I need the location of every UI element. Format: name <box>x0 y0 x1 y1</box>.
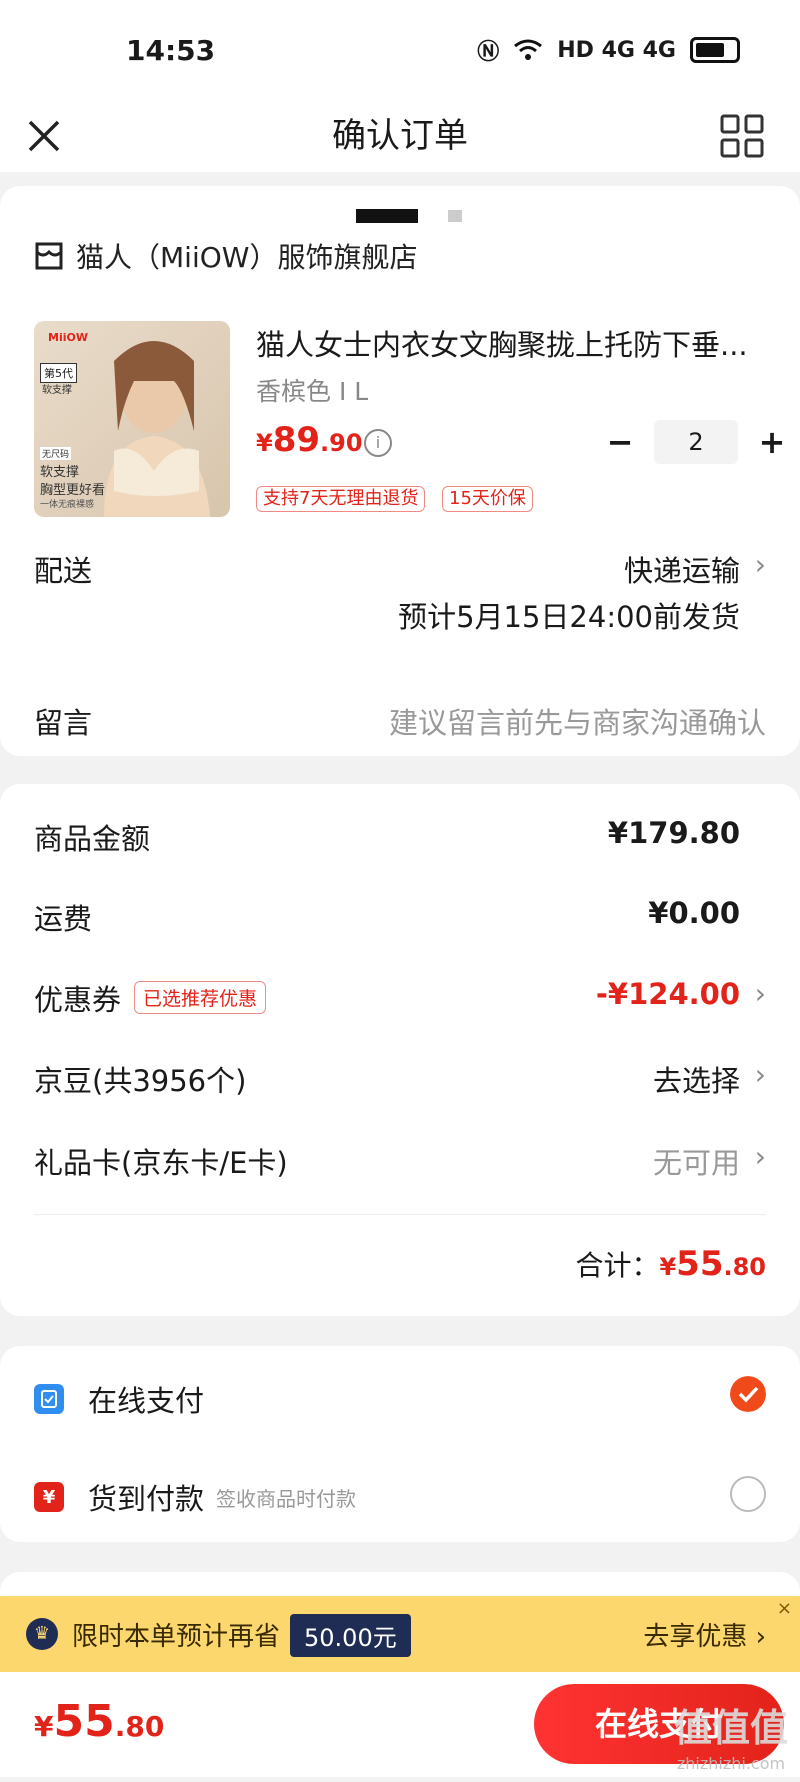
return-policy-tag: 支持7天无理由退货 <box>256 486 426 512</box>
product-price: ¥89.90 <box>256 420 363 460</box>
cod-icon: ¥ <box>34 1482 64 1512</box>
watermark: 值值值 zhizhizhi.com <box>674 1709 788 1782</box>
online-pay-option[interactable]: 在线支付 <box>34 1378 204 1420</box>
decrease-button[interactable]: − <box>600 420 640 464</box>
delivery-label: 配送 <box>34 554 93 588</box>
goods-amount-label: 商品金额 <box>34 822 151 856</box>
store-name: 猫人（MiiOW）服饰旗舰店 <box>76 241 418 274</box>
coupon-value[interactable]: -¥124.00 <box>596 977 740 1011</box>
watermark-main: 值值值 <box>673 1706 788 1750</box>
bottom-total: ¥55.80 <box>34 1696 164 1747</box>
message-label: 留言 <box>34 706 93 740</box>
price-integer: 89 <box>272 420 321 460</box>
image-promo-0: 无尺码 <box>40 447 72 460</box>
status-icons: Ⓝ HD 4G 4G <box>477 34 740 66</box>
wifi-icon <box>514 39 543 60</box>
info-icon[interactable]: i <box>364 429 392 457</box>
image-promo-2: 胸型更好看 <box>40 483 106 498</box>
coupon-tag: 已选推荐优惠 <box>134 981 267 1014</box>
summary-divider <box>34 1214 766 1215</box>
product-title[interactable]: 猫人女士内衣女文胸聚拢上托防下垂... <box>256 322 766 364</box>
bottom-currency: ¥ <box>34 1710 54 1743</box>
quantity-stepper: − 2 + <box>600 420 792 464</box>
jd-beans-chevron-icon[interactable]: › <box>755 1058 766 1091</box>
summary-card <box>0 784 800 1316</box>
store-icon <box>35 242 63 270</box>
status-time: 14:53 <box>126 34 216 67</box>
shipping-label: 运费 <box>34 902 93 936</box>
giftcard-chevron-icon[interactable]: › <box>755 1140 766 1173</box>
promo-text: 限时本单预计再省 <box>72 1622 281 1652</box>
goods-amount-value: ¥179.80 <box>607 816 740 850</box>
product-variant[interactable]: 香槟色 I L <box>256 372 368 408</box>
giftcard-label: 礼品卡(京东卡/E卡) <box>34 1146 288 1180</box>
image-gen-badge: 第5代 <box>40 363 77 383</box>
svg-text:MiiOW: MiiOW <box>48 331 88 344</box>
bottom-decimal: .80 <box>114 1710 165 1743</box>
cod-radio[interactable] <box>730 1476 766 1512</box>
network-label: HD 4G 4G <box>557 37 676 63</box>
total-label: 合计： <box>575 1249 660 1282</box>
page-title: 确认订单 <box>332 116 468 156</box>
total-decimal: .80 <box>723 1253 766 1281</box>
total-integer: 55 <box>676 1244 724 1284</box>
promo-banner[interactable]: ♛ 限时本单预计再省 50.00元 去享优惠 › × <box>0 1596 800 1672</box>
cod-label: 货到付款 <box>88 1482 205 1516</box>
giftcard-value[interactable]: 无可用 <box>653 1140 740 1182</box>
image-promo-1: 软支撑 <box>40 465 80 480</box>
online-pay-checked-icon[interactable] <box>730 1376 766 1412</box>
jd-beans-select[interactable]: 去选择 <box>653 1058 740 1100</box>
promo-link[interactable]: 去享优惠 › <box>643 1616 766 1653</box>
cod-option[interactable]: ¥ 货到付款 签收商品时付款 <box>34 1476 356 1518</box>
image-gen-sub: 软支撑 <box>42 385 72 396</box>
grid-icon[interactable] <box>718 112 766 160</box>
promo-chevron-icon: › <box>755 1622 766 1652</box>
shipping-value: ¥0.00 <box>648 896 740 930</box>
page-header: 确认订单 <box>0 100 800 172</box>
nfc-icon: Ⓝ <box>477 40 500 65</box>
online-pay-icon <box>34 1384 64 1414</box>
product-image[interactable]: MiiOW 第5代 软支撑 无尺码 软支撑 胸型更好看 一体无痕裸感 <box>34 321 230 517</box>
bottom-integer: 55 <box>53 1696 115 1747</box>
order-total: 合计：¥55.80 <box>575 1244 766 1284</box>
cod-sublabel: 签收商品时付款 <box>216 1486 357 1511</box>
promo-link-label: 去享优惠 <box>643 1622 748 1652</box>
promo-amount: 50.00元 <box>290 1614 411 1657</box>
price-currency: ¥ <box>256 429 273 457</box>
redaction-bar <box>356 209 418 223</box>
price-decimal: .90 <box>320 429 363 457</box>
quantity-value[interactable]: 2 <box>654 420 738 464</box>
total-currency: ¥ <box>659 1253 677 1281</box>
delivery-method[interactable]: 快递运输 <box>624 548 740 590</box>
battery-icon <box>690 37 740 63</box>
delivery-chevron-icon[interactable]: › <box>755 548 766 581</box>
jd-beans-label: 京豆(共3956个) <box>34 1064 247 1098</box>
message-input[interactable]: 建议留言前先与商家沟通确认 <box>389 700 766 742</box>
price-protect-tag: 15天价保 <box>442 486 533 512</box>
image-promo-3: 一体无痕裸感 <box>40 500 95 510</box>
coupon-chevron-icon[interactable]: › <box>755 977 766 1010</box>
promo-close-icon[interactable]: × <box>777 1598 792 1619</box>
status-bar: 14:53 Ⓝ HD 4G 4G <box>0 0 800 100</box>
store-row[interactable]: 猫人（MiiOW）服饰旗舰店 <box>34 236 417 276</box>
increase-button[interactable]: + <box>752 420 792 464</box>
coupon-label: 优惠券 <box>34 983 122 1017</box>
redaction-dot <box>448 210 462 222</box>
delivery-eta: 预计5月15日24:00前发货 <box>398 600 740 634</box>
crown-icon: ♛ <box>26 1618 58 1650</box>
online-pay-label: 在线支付 <box>88 1384 205 1418</box>
